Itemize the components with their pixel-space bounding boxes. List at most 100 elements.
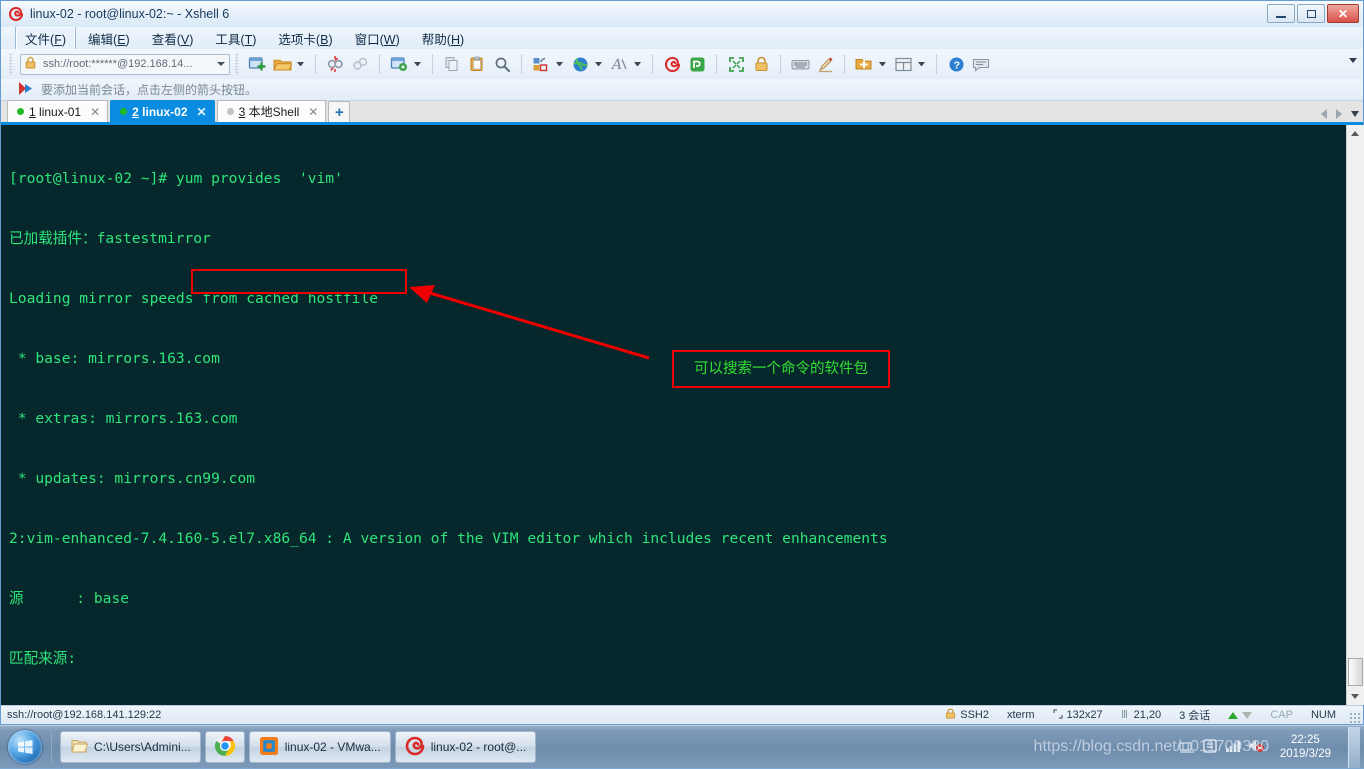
find-icon[interactable] <box>491 53 513 75</box>
show-desktop-button[interactable] <box>1348 726 1360 768</box>
tab-close-icon[interactable]: ✕ <box>197 105 207 119</box>
fullscreen-icon[interactable] <box>725 53 747 75</box>
copy-icon[interactable] <box>441 53 463 75</box>
scrollbar-track[interactable] <box>1346 142 1364 688</box>
minimize-button[interactable] <box>1267 4 1295 23</box>
help-icon[interactable]: ? <box>945 53 967 75</box>
start-orb-icon <box>8 730 42 764</box>
start-button[interactable] <box>3 727 47 767</box>
status-num: NUM <box>1310 709 1336 721</box>
session-properties-icon[interactable] <box>388 53 410 75</box>
toolbar-separator-8 <box>844 54 845 74</box>
scrollbar-thumb[interactable] <box>1347 658 1363 686</box>
open-session-dropdown-icon[interactable] <box>297 62 304 66</box>
open-session-icon[interactable] <box>271 53 293 75</box>
globe-dropdown-icon[interactable] <box>595 62 602 66</box>
network-icon[interactable] <box>1179 739 1195 756</box>
chat-icon[interactable] <box>970 53 992 75</box>
font-icon[interactable]: A <box>608 53 630 75</box>
tab-local-shell[interactable]: 3 本地Shell ✕ <box>216 100 327 122</box>
menu-view[interactable]: 查看(V) <box>142 26 204 51</box>
taskbar-item-vmware[interactable]: linux-02 - VMwa... <box>248 731 391 763</box>
taskbar-item-xshell-label: linux-02 - root@... <box>430 740 527 754</box>
chevron-right-icon[interactable] <box>1336 109 1342 119</box>
menu-tools[interactable]: 工具(T) <box>205 26 266 51</box>
menu-window[interactable]: 窗口(W) <box>345 26 410 51</box>
session-properties-dropdown-icon[interactable] <box>414 62 421 66</box>
status-caps: CAP <box>1270 709 1293 721</box>
new-session-icon[interactable] <box>246 53 268 75</box>
svg-text:A: A <box>611 57 622 73</box>
toolbar-grip-2[interactable] <box>235 53 239 75</box>
tab-bar: 1 linux-01 ✕ 2 linux-02 ✕ 3 本地Shell ✕ + <box>1 100 1363 125</box>
tab-close-icon[interactable]: ✕ <box>90 105 100 119</box>
annotation-note-text: 可以搜索一个命令的软件包 <box>694 361 868 377</box>
xshell-icon[interactable] <box>661 53 683 75</box>
svg-text:?: ? <box>953 59 959 71</box>
add-to-folder-dropdown-icon[interactable] <box>879 62 886 66</box>
toolbar-grip[interactable] <box>9 53 13 75</box>
menu-help[interactable]: 帮助(H) <box>412 26 474 51</box>
taskbar-item-chrome[interactable] <box>204 731 245 763</box>
action-center-icon[interactable] <box>1202 738 1218 757</box>
reconnect-icon[interactable] <box>349 53 371 75</box>
toolbar-separator-6 <box>716 54 717 74</box>
tab-close-icon[interactable]: ✕ <box>308 105 318 119</box>
toolbar-overflow-icon[interactable] <box>1349 58 1357 63</box>
terminal-scrollbar[interactable] <box>1346 125 1364 705</box>
menu-edit-label: 编辑 <box>88 32 114 47</box>
menu-help-key: H <box>450 32 460 47</box>
taskbar-item-explorer[interactable]: C:\Users\Admini... <box>60 731 201 763</box>
vmware-icon <box>259 736 279 759</box>
font-dropdown-icon[interactable] <box>634 62 641 66</box>
volume-muted-icon[interactable] <box>1248 738 1265 756</box>
lock-session-icon[interactable] <box>750 53 772 75</box>
title-bar: linux-02 - root@linux-02:~ - Xshell 6 ✕ <box>1 1 1363 27</box>
chevron-left-icon[interactable] <box>1321 109 1327 119</box>
split-view-icon[interactable] <box>892 53 914 75</box>
scroll-up-button[interactable] <box>1346 125 1364 142</box>
xshell-window: linux-02 - root@linux-02:~ - Xshell 6 ✕ … <box>0 0 1364 725</box>
status-cursor-label: 21,20 <box>1133 709 1162 721</box>
paste-icon[interactable] <box>466 53 488 75</box>
lock-icon <box>25 56 38 72</box>
status-protocol: SSH2 <box>936 708 998 722</box>
tab-linux-01-label: linux-01 <box>39 104 82 119</box>
menu-edit[interactable]: 编辑(E) <box>78 26 140 51</box>
maximize-button[interactable] <box>1297 4 1325 23</box>
xftp-icon[interactable] <box>686 53 708 75</box>
terminal-output[interactable]: [root@linux-02 ~]# yum provides 'vim' 已加… <box>1 125 1346 705</box>
layout-icon[interactable] <box>530 53 552 75</box>
globe-icon[interactable] <box>569 53 591 75</box>
address-text: ssh://root:******@192.168.14... <box>43 58 193 70</box>
menu-tools-key: T <box>244 32 253 47</box>
keyboard-icon[interactable] <box>789 53 811 75</box>
close-button[interactable]: ✕ <box>1327 4 1359 23</box>
highlight-icon[interactable] <box>814 53 836 75</box>
signal-icon[interactable] <box>1225 739 1241 756</box>
toolbar-separator-5 <box>652 54 653 74</box>
tab-linux-01[interactable]: 1 linux-01 ✕ <box>7 100 109 122</box>
tab-linux-02[interactable]: 2 linux-02 ✕ <box>110 100 215 122</box>
layout-dropdown-icon[interactable] <box>556 62 563 66</box>
arrow-up-icon <box>1228 711 1239 719</box>
taskbar-item-xshell[interactable]: linux-02 - root@... <box>394 731 537 763</box>
taskbar-clock[interactable]: 22:25 2019/3/29 <box>1272 733 1339 761</box>
window-resize-grip[interactable] <box>1349 711 1361 724</box>
add-to-folder-icon[interactable] <box>853 53 875 75</box>
split-view-dropdown-icon[interactable] <box>918 62 925 66</box>
scroll-down-button[interactable] <box>1346 688 1364 705</box>
menu-window-label: 窗口 <box>354 32 380 47</box>
xshell-logo-icon <box>8 6 24 22</box>
chevron-down-icon[interactable] <box>1351 111 1359 117</box>
new-tab-button[interactable]: + <box>328 101 351 122</box>
menu-file[interactable]: 文件(F) <box>15 25 76 51</box>
address-bar[interactable]: ssh://root:******@192.168.14... <box>20 53 230 75</box>
menu-edit-key: E <box>117 32 126 47</box>
terminal-line: Loading mirror speeds from cached hostfi… <box>9 290 379 307</box>
status-terminal-type: xterm <box>1007 709 1035 721</box>
chevron-down-icon[interactable] <box>217 62 225 66</box>
menu-tabs[interactable]: 选项卡(B) <box>268 26 342 51</box>
disconnect-icon[interactable] <box>324 53 346 75</box>
taskbar-item-vmware-label: linux-02 - VMwa... <box>284 740 381 754</box>
